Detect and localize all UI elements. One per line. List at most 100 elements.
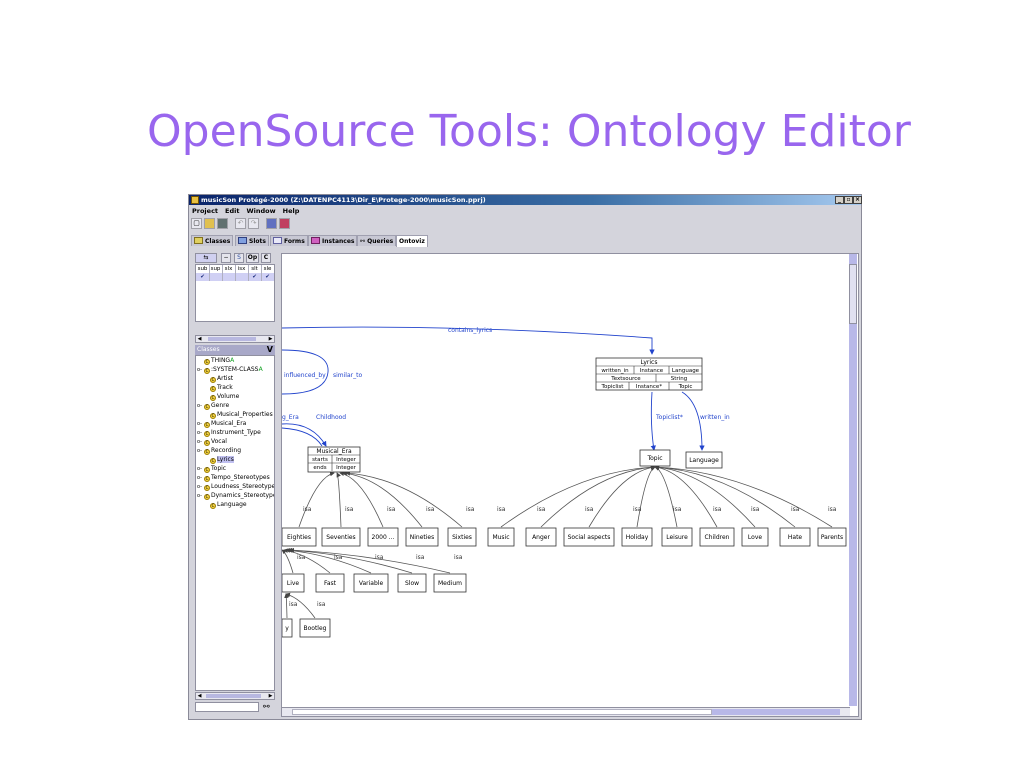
check-sup[interactable] [209, 273, 223, 281]
classes-filter-button[interactable]: V [267, 345, 273, 355]
save-icon[interactable] [217, 218, 228, 229]
isa-label: isa [345, 506, 354, 513]
canvas-hscroll-thumb[interactable] [292, 709, 712, 715]
options-button[interactable]: Op [246, 253, 259, 263]
class-tree-item[interactable]: C Volume [203, 393, 239, 401]
minimize-button[interactable]: _ [835, 196, 844, 204]
tab-forms[interactable]: Forms [270, 235, 308, 246]
menu-edit[interactable]: Edit [225, 206, 239, 216]
scroll-left-icon[interactable]: ◀ [196, 336, 203, 342]
tempo-child-node-label: Fast [324, 580, 337, 587]
written-in-label: written_in [700, 414, 730, 421]
class-tree-item[interactable]: o- C Tempo_Stereotypes [197, 474, 270, 482]
window-titlebar[interactable]: musicSon Protégé-2000 (Z:\DATENPC4113\Di… [189, 195, 862, 205]
check-sle[interactable]: ✔ [261, 273, 274, 281]
check-slt[interactable]: ✔ [248, 273, 262, 281]
isa-label: isa [673, 506, 682, 513]
isa-label: isa [537, 506, 546, 513]
tab-instances[interactable]: Instances [308, 235, 358, 246]
class-tree-item[interactable]: C Language [203, 501, 247, 509]
expand-icon[interactable]: o- [197, 493, 204, 500]
scroll-right-icon[interactable]: ▶ [267, 336, 274, 342]
class-tree-item[interactable]: o- C Recording [197, 447, 241, 455]
remove-button[interactable]: − [221, 253, 231, 263]
class-tree-item[interactable]: C Lyrics [203, 456, 234, 464]
class-tree-item[interactable]: o- C:SYSTEM-CLASSA [197, 366, 263, 374]
open-folder-icon[interactable] [204, 218, 215, 229]
canvas-vertical-scrollbar[interactable] [849, 254, 857, 706]
similar-to-label: similar_to [333, 372, 362, 379]
layout-button[interactable]: ⇆ [195, 253, 217, 263]
find-binoculars-icon[interactable]: ⚯ [263, 702, 270, 711]
expand-icon[interactable]: o- [197, 403, 204, 410]
expand-icon[interactable]: o- [197, 421, 204, 428]
isa-label: isa [303, 506, 312, 513]
class-icon: C [204, 485, 210, 491]
class-tree-item[interactable]: o- C Topic [197, 465, 226, 473]
left-panel: ⇆ − S Op C sub sup slx isx slt sle ✔ ✔ ✔… [193, 251, 277, 713]
isa-label: isa [426, 506, 435, 513]
expand-icon[interactable]: o- [197, 484, 204, 491]
new-file-icon[interactable]: ▢ [191, 218, 202, 229]
class-tree-item[interactable]: o- C Dynamics_Stereotypes [197, 492, 274, 500]
class-tree-item[interactable]: o- C Genre [197, 402, 229, 410]
menu-help[interactable]: Help [283, 206, 300, 216]
lyrics-cell: written_in [601, 368, 629, 374]
maximize-button[interactable]: ▫ [844, 196, 853, 204]
tab-slots[interactable]: Slots [235, 235, 269, 246]
undo-icon[interactable]: ↶ [235, 218, 246, 229]
class-icon: C [210, 386, 216, 392]
class-tree-item[interactable]: C Musical_Properties [203, 411, 273, 419]
class-tree-item[interactable]: C Track [203, 384, 233, 392]
class-tree-scrollbar[interactable]: ◀ ▶ [195, 692, 275, 700]
expand-icon[interactable]: o- [197, 430, 204, 437]
close-button[interactable]: × [853, 196, 862, 204]
scroll-thumb[interactable] [208, 337, 256, 341]
check-slx[interactable] [222, 273, 236, 281]
slot-table-scrollbar[interactable]: ◀ ▶ [195, 335, 275, 343]
era-child-node-label: Nineties [410, 534, 435, 541]
paste-icon[interactable] [279, 218, 290, 229]
recording-child-node-label: y [285, 625, 289, 632]
redo-icon[interactable]: ↷ [248, 218, 259, 229]
class-tree-item[interactable]: o- C Vocal [197, 438, 227, 446]
forms-tab-icon [273, 237, 282, 244]
menu-project[interactable]: Project [192, 206, 218, 216]
class-search-input[interactable] [195, 702, 259, 712]
menu-window[interactable]: Window [246, 206, 275, 216]
isa-label: isa [454, 554, 463, 561]
config-button[interactable]: C [261, 253, 271, 263]
class-tree-item[interactable]: o- C Loudness_Stereotypes [197, 483, 274, 491]
tab-queries[interactable]: ⚯ Queries [357, 235, 397, 246]
tab-classes[interactable]: Classes [191, 235, 234, 246]
expand-icon[interactable]: o- [197, 367, 204, 374]
copy-icon[interactable] [266, 218, 277, 229]
isa-edge [636, 466, 656, 528]
class-tree-item[interactable]: C Artist [203, 375, 233, 383]
class-tree-item[interactable]: C THINGA [197, 357, 234, 365]
check-sub[interactable]: ✔ [196, 273, 210, 281]
class-tree-item[interactable]: o- C Instrument_Type [197, 429, 261, 437]
expand-icon[interactable]: o- [197, 466, 204, 473]
canvas-vscroll-thumb[interactable] [849, 264, 857, 324]
class-label: Vocal [211, 438, 227, 445]
isa-label: isa [466, 506, 475, 513]
check-isx[interactable] [235, 273, 249, 281]
expand-icon[interactable]: o- [197, 439, 204, 446]
class-label: Musical_Properties [217, 411, 273, 418]
tree-scroll-thumb[interactable] [206, 694, 261, 698]
slot-button[interactable]: S [234, 253, 244, 263]
canvas-horizontal-scrollbar[interactable] [282, 707, 850, 716]
expand-icon[interactable]: o- [197, 448, 204, 455]
topic-child-node-label: Hate [788, 534, 803, 541]
era-cell: Integer [336, 457, 357, 463]
tree-scroll-right-icon[interactable]: ▶ [267, 693, 274, 699]
class-tree-item[interactable]: o- C Musical_Era [197, 420, 246, 428]
ontoviz-canvas[interactable]: contains_lyrics influenced_by similar_to g_… [281, 253, 859, 717]
class-icon: C [204, 404, 210, 410]
tree-scroll-left-icon[interactable]: ◀ [196, 693, 203, 699]
tempo-child-node-label: Slow [405, 580, 419, 587]
lyrics-cell: String [671, 376, 687, 382]
expand-icon[interactable]: o- [197, 475, 204, 482]
tab-ontoviz[interactable]: Ontoviz [396, 235, 428, 247]
